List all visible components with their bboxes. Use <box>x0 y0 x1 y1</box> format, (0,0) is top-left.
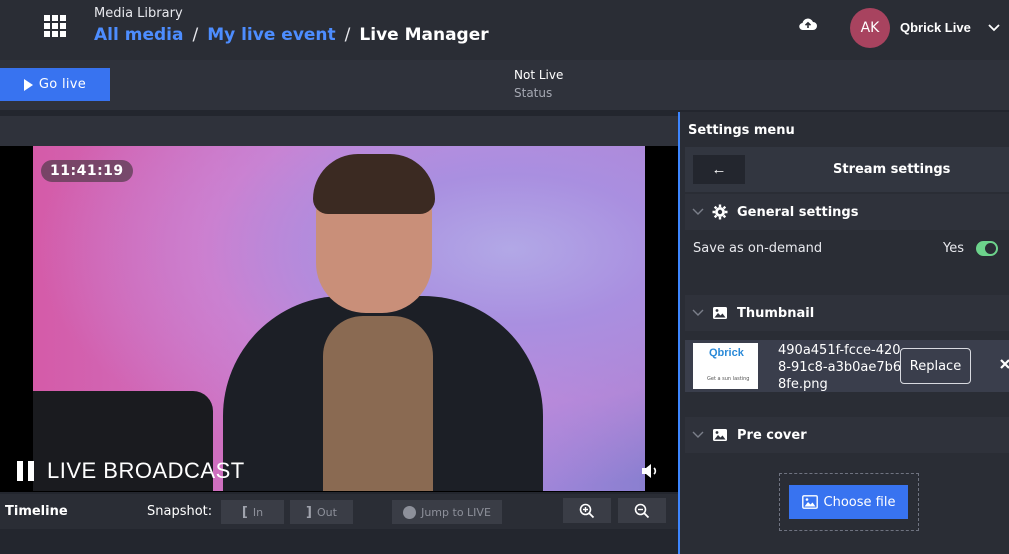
breadcrumb-separator: / <box>344 25 351 45</box>
jump-to-live-button[interactable]: Jump to LIVE <box>392 500 502 524</box>
settings-menu-title: Settings menu <box>688 123 795 138</box>
back-button[interactable]: ← <box>693 155 745 184</box>
arrow-left-icon: ← <box>711 161 727 178</box>
jump-to-live-label: Jump to LIVE <box>421 505 491 519</box>
thumbnail-filename: 490a451f-fcce-4208-91c8-a3b0ae7b68fe.png <box>778 343 902 392</box>
timeline-track <box>0 529 678 554</box>
volume-icon[interactable] <box>640 461 662 481</box>
video-preview[interactable] <box>33 146 645 491</box>
gear-icon <box>712 204 728 220</box>
snapshot-label: Snapshot: <box>147 504 213 519</box>
zoom-out-icon <box>634 503 650 518</box>
breadcrumb-my-live-event[interactable]: My live event <box>207 25 335 45</box>
avatar[interactable]: AK <box>850 8 890 48</box>
general-settings-label: General settings <box>737 205 859 220</box>
breadcrumb-all-media[interactable]: All media <box>94 25 183 45</box>
chevron-down-icon[interactable] <box>986 20 1002 36</box>
breadcrumb-live-manager: Live Manager <box>359 25 489 45</box>
section-label: Media Library <box>94 6 183 21</box>
snapshot-out-label: Out <box>317 505 337 519</box>
snapshot-out-button[interactable]: ] Out <box>290 500 353 524</box>
save-on-demand-toggle[interactable] <box>976 241 998 256</box>
timecode-badge: 11:41:19 <box>41 160 133 182</box>
live-broadcast-label: LIVE BROADCAST <box>47 458 245 483</box>
go-live-button[interactable]: Go live <box>0 68 110 101</box>
presenter-shirt <box>323 316 433 491</box>
apps-grid-icon[interactable] <box>44 15 66 37</box>
choose-file-button[interactable]: Choose file <box>789 485 908 519</box>
pre-cover-label: Pre cover <box>737 428 807 443</box>
snapshot-in-button[interactable]: [ In <box>221 500 284 524</box>
save-on-demand-label: Save as on-demand <box>693 241 823 256</box>
breadcrumb-separator: / <box>192 25 199 45</box>
close-icon[interactable] <box>999 357 1009 371</box>
image-icon <box>713 429 727 441</box>
chevron-down-icon[interactable] <box>692 308 704 318</box>
pre-cover-header[interactable] <box>685 417 1009 453</box>
stream-settings-title: Stream settings <box>833 162 951 177</box>
zoom-in-button[interactable] <box>563 498 611 523</box>
status-bar <box>0 60 1009 110</box>
zoom-out-button[interactable] <box>618 498 666 523</box>
replace-button[interactable]: Replace <box>900 348 971 384</box>
cloud-upload-icon[interactable] <box>798 16 818 34</box>
choose-file-label: Choose file <box>823 494 896 510</box>
zoom-in-icon <box>579 503 595 518</box>
thumbnail-logo: Qbrick <box>709 347 744 359</box>
presenter-hair <box>313 154 435 214</box>
image-icon <box>801 495 818 509</box>
status-label: Status <box>514 86 553 100</box>
chevron-down-icon[interactable] <box>692 430 704 440</box>
thumbnail-label: Thumbnail <box>737 306 815 321</box>
bracket-close-icon: ] <box>306 504 312 520</box>
bracket-open-icon: [ <box>241 504 248 520</box>
save-on-demand-value: Yes <box>943 241 964 256</box>
breadcrumb: All media / My live event / Live Manager <box>94 25 489 45</box>
image-icon <box>713 307 727 319</box>
snapshot-in-label: In <box>252 505 264 519</box>
user-name[interactable]: Qbrick Live <box>900 20 971 35</box>
save-on-demand-row <box>685 230 1009 292</box>
go-live-label: Go live <box>38 77 87 92</box>
pause-icon[interactable] <box>17 461 35 481</box>
thumbnail-header[interactable] <box>685 295 1009 331</box>
clock-icon <box>403 505 417 519</box>
play-icon <box>23 78 33 91</box>
thumbnail-caption: Get a sun lasting <box>707 376 750 382</box>
status-value: Not Live <box>514 68 564 82</box>
timeline-label: Timeline <box>5 504 68 519</box>
chevron-down-icon[interactable] <box>692 207 704 217</box>
player-top-strip <box>0 116 678 146</box>
